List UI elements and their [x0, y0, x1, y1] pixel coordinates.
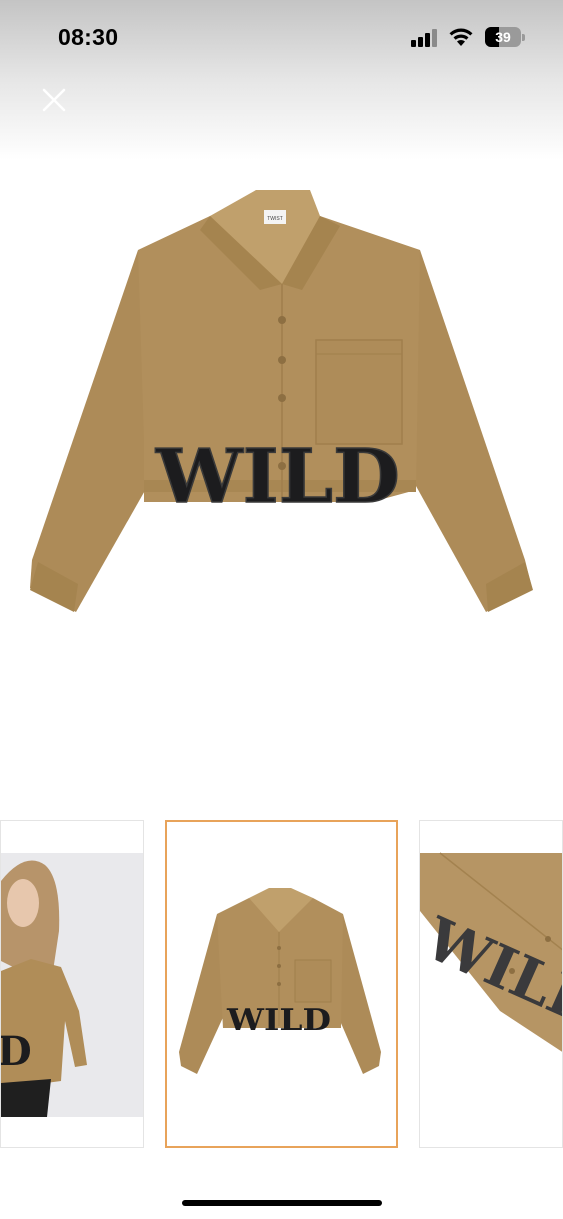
flat-patch-text: WILD	[226, 1003, 331, 1038]
thumbnail-detail-closeup[interactable]: WILD	[419, 820, 563, 1148]
battery-tip	[522, 34, 525, 41]
flat-front-image: WILD	[179, 888, 381, 1074]
cellular-signal-icon	[411, 29, 439, 47]
thumbnail-flat-front[interactable]: WILD	[165, 820, 398, 1148]
brand-label: TWIST	[267, 216, 283, 222]
battery-level: 39	[495, 29, 511, 45]
close-icon[interactable]	[36, 82, 72, 118]
model-photo-image: D	[1, 853, 143, 1117]
main-product-image: TWIST WILD	[30, 190, 533, 612]
model-patch-text: D	[1, 1028, 32, 1075]
status-time: 08:30	[58, 24, 119, 50]
thumbnail-model-photo[interactable]: D	[0, 820, 144, 1148]
wifi-icon	[449, 28, 473, 46]
battery-icon: 39	[485, 27, 521, 47]
detail-closeup-image: WILD	[420, 852, 562, 1052]
home-indicator[interactable]	[182, 1200, 382, 1206]
wild-patch-text: WILD	[155, 434, 400, 520]
